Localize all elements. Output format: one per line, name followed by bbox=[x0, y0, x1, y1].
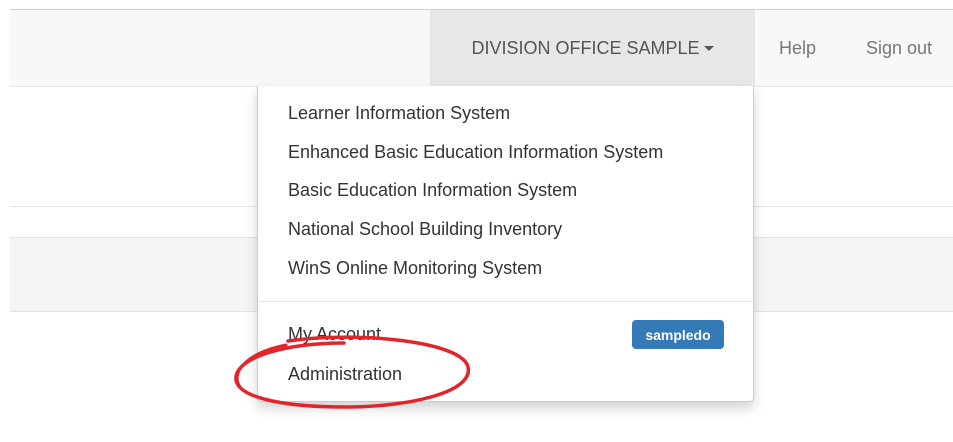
help-link[interactable]: Help bbox=[779, 10, 816, 86]
menu-item-basic-education-information-system[interactable]: Basic Education Information System bbox=[288, 179, 577, 201]
caret-down-icon bbox=[703, 45, 714, 51]
menu-item-national-school-building-inventory[interactable]: National School Building Inventory bbox=[288, 218, 562, 240]
office-dropdown-toggle[interactable]: DIVISION OFFICE SAMPLE bbox=[430, 10, 755, 86]
menu-item-administration[interactable]: Administration bbox=[288, 363, 402, 385]
menu-item-enhanced-basic-education-information-system[interactable]: Enhanced Basic Education Information Sys… bbox=[288, 141, 663, 163]
menu-item-wins-online-monitoring-system[interactable]: WinS Online Monitoring System bbox=[288, 257, 542, 279]
menu-item-learner-information-system[interactable]: Learner Information System bbox=[288, 102, 510, 124]
office-dropdown-label: DIVISION OFFICE SAMPLE bbox=[471, 37, 700, 58]
menu-divider bbox=[258, 301, 753, 302]
username-badge: sampledo bbox=[632, 320, 724, 349]
menu-item-my-account[interactable]: My Account bbox=[288, 323, 381, 345]
dropdown-menu: Learner Information System Enhanced Basi… bbox=[257, 86, 754, 402]
signout-link[interactable]: Sign out bbox=[866, 10, 932, 86]
page: DIVISION OFFICE SAMPLE Help Sign out Lea… bbox=[0, 0, 953, 442]
